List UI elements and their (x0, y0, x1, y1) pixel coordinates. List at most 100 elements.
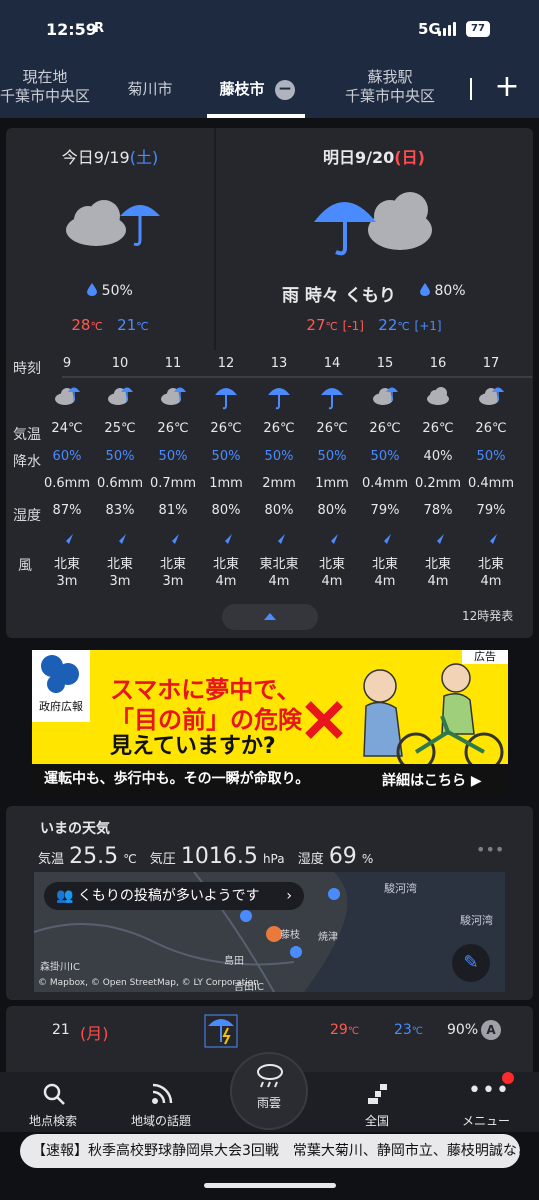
tomorrow-low: 22 (378, 316, 398, 334)
cloud-and-umbrella-icon (66, 200, 160, 246)
hour-amount: 1mm (315, 476, 349, 491)
today-weekday: (土) (129, 148, 159, 167)
tab-current-location[interactable]: 現在地 千葉市中央区 (0, 68, 110, 106)
news-ticker[interactable]: 【速報】秋季高校野球静岡県大会3回戦 常葉大菊川、静岡市立、藤枝明誠などが勝ち上… (20, 1134, 520, 1168)
raindrop-icon (420, 283, 430, 296)
today-header: 今日9/19(土) (6, 144, 214, 168)
wind-arrow-icon (307, 532, 357, 552)
tomorrow-date: 明日9/20 (323, 148, 395, 167)
wind-arrow-icon (201, 532, 251, 552)
nav-local-topics[interactable]: 地域の話題 (110, 1078, 216, 1130)
nav-menu-label: メニュー (461, 1114, 510, 1128)
post-banner-text: くもりの投稿が多いようです (77, 888, 260, 904)
unit: ℃ (411, 1026, 424, 1037)
tomorrow-summary: 雨 時々 くもり (282, 286, 396, 306)
hour-humidity: 78% (423, 503, 453, 518)
hour-temp: 25℃ (104, 421, 136, 436)
hour-amount: 0.4mm (467, 476, 514, 491)
post-banner[interactable]: 👥 くもりの投稿が多いようです › (44, 882, 304, 910)
nav-search[interactable]: 地点検索 (0, 1078, 106, 1130)
signal-icon (438, 22, 458, 36)
current-weather-title: いまの天気 (40, 821, 110, 837)
hour-wind-dir: 北東 (53, 557, 80, 572)
wind-arrow-icon (95, 532, 145, 552)
daily-temps: 29℃ 23℃ (330, 1022, 423, 1038)
today-precip: 50% (6, 283, 214, 299)
tab-divider (470, 78, 472, 100)
hour-amount: 2mm (262, 476, 296, 491)
hour-wind-dir: 北東 (159, 557, 186, 572)
hour-precip: 50% (264, 449, 294, 464)
post-report-button[interactable]: ✎ (452, 944, 490, 982)
thunder-rain-icon (204, 1014, 238, 1048)
row-label-wind: 風 (18, 558, 32, 574)
ad-cta-button[interactable]: 詳細はこちら ▶ (382, 770, 482, 790)
weather-map[interactable]: 👥 くもりの投稿が多いようです › 駿河湾 駿河湾 森掛川IC 焼津 島田 吉田… (34, 872, 505, 992)
cloud-umbrella-icon (360, 384, 410, 410)
humidity-label: 湿度 (297, 852, 324, 867)
hour-precip: 50% (476, 449, 506, 464)
cloud-umbrella-icon (148, 384, 198, 410)
feed-icon (152, 1083, 173, 1104)
cloud-umbrella-icon (466, 384, 516, 410)
remove-location-button[interactable]: − (275, 80, 295, 100)
ad-banner[interactable]: 政府広報 スマホに夢中で、 「目の前」の危険 見えていますか? 広告 運転中も、… (32, 650, 508, 796)
hour-humidity: 87% (52, 503, 82, 518)
daily-day: 21 (52, 1022, 70, 1038)
hour-label: 17 (482, 356, 500, 371)
tab-label: 菊川市 (127, 80, 173, 98)
chevron-right-icon: › (286, 888, 292, 904)
tab-label: 蘇我駅 (367, 68, 413, 86)
row-label-time: 時刻 (13, 361, 41, 377)
hour-precip: 50% (211, 449, 241, 464)
cloud-icon (413, 384, 463, 410)
hour-wind-speed: 4m (215, 574, 237, 589)
cloud-umbrella-icon (95, 384, 145, 410)
location-tabs: 現在地 千葉市中央区 菊川市 藤枝市 − 蘇我駅 千葉市中央区 + (0, 58, 539, 118)
pressure-label: 気圧 (149, 852, 176, 867)
hour-wind-speed: 4m (427, 574, 449, 589)
nav-national[interactable]: 全国 (326, 1078, 432, 1130)
tomorrow-low-diff: [+1] (414, 319, 442, 333)
hour-precip: 60% (52, 449, 82, 464)
map-place: 島田 (224, 956, 244, 967)
hour-temp: 26℃ (422, 421, 454, 436)
row-label-precip: 降水 (13, 454, 41, 470)
daily-precip: 90% (447, 1022, 479, 1038)
people-icon: 👥 (56, 888, 74, 904)
collapse-hourly-button[interactable] (222, 604, 318, 630)
hour-wind-speed: 4m (268, 574, 290, 589)
home-indicator[interactable] (204, 1183, 336, 1188)
wind-arrow-icon (148, 532, 198, 552)
notification-dot (502, 1072, 514, 1084)
clock: 12:59 (46, 20, 97, 39)
hour-humidity: 80% (317, 503, 347, 518)
tab-soga-station[interactable]: 蘇我駅 千葉市中央区 (330, 68, 450, 106)
add-location-button[interactable]: + (493, 72, 521, 102)
tomorrow-high: 27 (306, 316, 326, 334)
pressure-unit: hPa (262, 852, 285, 866)
daily-high: 29 (330, 1022, 348, 1038)
humidity-unit: % (361, 852, 374, 866)
tab-kikugawa[interactable]: 菊川市 (110, 80, 190, 99)
hour-amount: 0.6mm (43, 476, 90, 491)
tomorrow-header: 明日9/20(日) (216, 144, 532, 168)
x-mark-icon (305, 701, 343, 739)
unit: ℃ (90, 320, 103, 333)
unit: ℃ (397, 320, 410, 333)
tab-fujieda[interactable]: 藤枝市 (207, 80, 277, 99)
today-high: 28 (71, 316, 91, 334)
unit: ℃ (136, 320, 149, 333)
current-readings: 気温 25.5 ℃ 気圧 1016.5 hPa 湿度 69 % (38, 844, 373, 869)
hour-label: 9 (62, 356, 72, 371)
more-options-icon[interactable]: ••• (476, 840, 504, 859)
hour-precip: 40% (423, 449, 453, 464)
ad-illustration (363, 663, 504, 772)
humidity-value: 69 (328, 844, 357, 869)
r-indicator: R (94, 21, 105, 36)
wind-arrow-icon (466, 532, 516, 552)
forecast-grade-badge: A (481, 1020, 501, 1040)
hour-label: 12 (217, 356, 235, 371)
hour-humidity: 80% (264, 503, 294, 518)
nav-menu[interactable]: ••• メニュー (434, 1072, 539, 1130)
